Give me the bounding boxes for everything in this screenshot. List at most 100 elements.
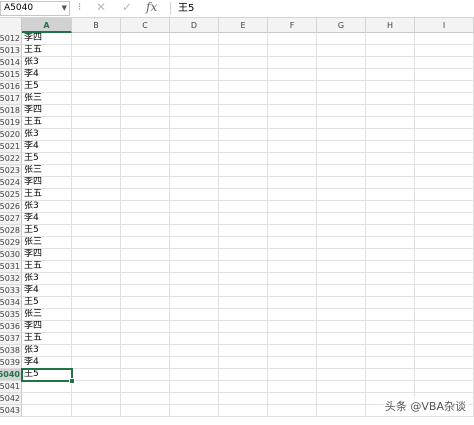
cell-b5039[interactable]: [72, 357, 121, 369]
cell-h5026[interactable]: [366, 201, 415, 213]
cell-f5036[interactable]: [268, 321, 317, 333]
cell-g5030[interactable]: [317, 249, 366, 261]
cell-e5020[interactable]: [219, 129, 268, 141]
cell-b5042[interactable]: [72, 393, 121, 405]
cell-d5021[interactable]: [170, 141, 219, 153]
cell-h5024[interactable]: [366, 177, 415, 189]
row-header[interactable]: 5013: [0, 45, 22, 57]
cell-c5022[interactable]: [121, 153, 170, 165]
cell-h5017[interactable]: [366, 93, 415, 105]
cell-e5022[interactable]: [219, 153, 268, 165]
cell-b5018[interactable]: [72, 105, 121, 117]
cell-c5035[interactable]: [121, 309, 170, 321]
cell-i5021[interactable]: [415, 141, 474, 153]
cell-c5032[interactable]: [121, 273, 170, 285]
cell-e5031[interactable]: [219, 261, 268, 273]
cancel-icon[interactable]: ✕: [96, 0, 106, 14]
cell-a5014[interactable]: 张3: [22, 57, 72, 69]
cell-c5031[interactable]: [121, 261, 170, 273]
cell-e5023[interactable]: [219, 165, 268, 177]
cell-g5031[interactable]: [317, 261, 366, 273]
cell-i5030[interactable]: [415, 249, 474, 261]
cell-i5020[interactable]: [415, 129, 474, 141]
row-header[interactable]: 5023: [0, 165, 22, 177]
cell-c5029[interactable]: [121, 237, 170, 249]
cell-d5019[interactable]: [170, 117, 219, 129]
cell-f5043[interactable]: [268, 405, 317, 417]
cell-d5029[interactable]: [170, 237, 219, 249]
row-header[interactable]: 5026: [0, 201, 22, 213]
cell-b5016[interactable]: [72, 81, 121, 93]
row-header[interactable]: 5034: [0, 297, 22, 309]
cell-g5034[interactable]: [317, 297, 366, 309]
row-header[interactable]: 5021: [0, 141, 22, 153]
cell-f5035[interactable]: [268, 309, 317, 321]
cell-a5023[interactable]: 张三: [22, 165, 72, 177]
cell-b5026[interactable]: [72, 201, 121, 213]
cell-g5040[interactable]: [317, 369, 366, 381]
cell-e5018[interactable]: [219, 105, 268, 117]
cell-a5034[interactable]: 王5: [22, 297, 72, 309]
cell-a5020[interactable]: 张3: [22, 129, 72, 141]
cell-h5032[interactable]: [366, 273, 415, 285]
cell-a5015[interactable]: 李4: [22, 69, 72, 81]
cell-h5039[interactable]: [366, 357, 415, 369]
cell-e5029[interactable]: [219, 237, 268, 249]
cell-b5022[interactable]: [72, 153, 121, 165]
cell-b5027[interactable]: [72, 213, 121, 225]
cell-e5042[interactable]: [219, 393, 268, 405]
cell-d5042[interactable]: [170, 393, 219, 405]
cell-d5040[interactable]: [170, 369, 219, 381]
cell-c5040[interactable]: [121, 369, 170, 381]
fill-handle[interactable]: [69, 378, 75, 384]
cell-e5034[interactable]: [219, 297, 268, 309]
cell-a5040[interactable]: 王5: [21, 368, 73, 382]
cell-b5015[interactable]: [72, 69, 121, 81]
cell-d5041[interactable]: [170, 381, 219, 393]
row-header[interactable]: 5020: [0, 129, 22, 141]
cell-f5030[interactable]: [268, 249, 317, 261]
cell-h5021[interactable]: [366, 141, 415, 153]
cell-c5019[interactable]: [121, 117, 170, 129]
column-header-g[interactable]: G: [317, 18, 366, 33]
cell-i5032[interactable]: [415, 273, 474, 285]
cell-i5015[interactable]: [415, 69, 474, 81]
cell-g5033[interactable]: [317, 285, 366, 297]
cell-f5042[interactable]: [268, 393, 317, 405]
cell-e5012[interactable]: [219, 33, 268, 45]
cell-b5038[interactable]: [72, 345, 121, 357]
cell-h5023[interactable]: [366, 165, 415, 177]
cell-d5026[interactable]: [170, 201, 219, 213]
cell-b5034[interactable]: [72, 297, 121, 309]
cell-e5021[interactable]: [219, 141, 268, 153]
cell-a5043[interactable]: [22, 405, 72, 417]
cell-b5030[interactable]: [72, 249, 121, 261]
cell-h5022[interactable]: [366, 153, 415, 165]
cell-c5025[interactable]: [121, 189, 170, 201]
cell-a5025[interactable]: 王五: [22, 189, 72, 201]
cell-i5040[interactable]: [415, 369, 474, 381]
cell-a5041[interactable]: [22, 381, 72, 393]
cell-d5039[interactable]: [170, 357, 219, 369]
cell-d5020[interactable]: [170, 129, 219, 141]
cell-i5013[interactable]: [415, 45, 474, 57]
column-header-h[interactable]: H: [366, 18, 415, 33]
cell-f5024[interactable]: [268, 177, 317, 189]
chevron-down-icon[interactable]: ▼: [62, 2, 67, 15]
cell-d5013[interactable]: [170, 45, 219, 57]
cell-i5041[interactable]: [415, 381, 474, 393]
cell-i5016[interactable]: [415, 81, 474, 93]
cell-a5016[interactable]: 王5: [22, 81, 72, 93]
cell-i5018[interactable]: [415, 105, 474, 117]
cell-f5019[interactable]: [268, 117, 317, 129]
cell-f5039[interactable]: [268, 357, 317, 369]
row-header[interactable]: 5022: [0, 153, 22, 165]
cell-g5027[interactable]: [317, 213, 366, 225]
cell-i5022[interactable]: [415, 153, 474, 165]
row-header[interactable]: 5024: [0, 177, 22, 189]
cell-h5020[interactable]: [366, 129, 415, 141]
cell-b5032[interactable]: [72, 273, 121, 285]
row-header[interactable]: 5027: [0, 213, 22, 225]
cell-g5013[interactable]: [317, 45, 366, 57]
cell-i5031[interactable]: [415, 261, 474, 273]
